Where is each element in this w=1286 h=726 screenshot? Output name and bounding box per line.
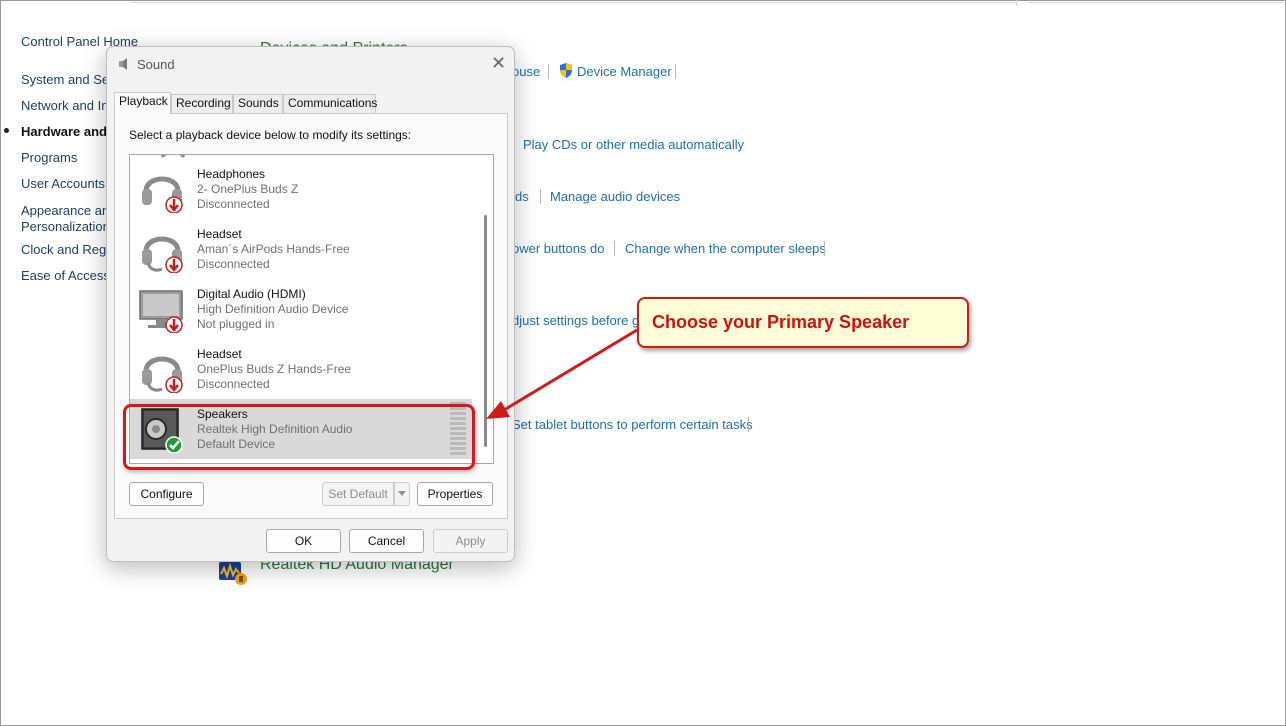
chevron-down-icon — [398, 491, 406, 496]
annotation-callout: Choose your Primary Speaker — [637, 297, 969, 348]
link-separator — [824, 241, 825, 256]
device-item-headphones[interactable]: Headphones 2- OnePlus Buds Z Disconnecte… — [130, 159, 472, 219]
device-manager-link[interactable]: Device Manager — [577, 64, 672, 80]
device-name: Headset — [197, 347, 242, 361]
link-separator — [548, 64, 549, 79]
device-description: Aman´s AirPods Hands-Free — [197, 242, 350, 256]
device-description: High Definition Audio Device — [197, 302, 349, 316]
sound-dialog: Sound ✕ Playback Recording Sounds Commun… — [106, 46, 515, 562]
tab-sounds[interactable]: Sounds — [233, 94, 283, 113]
device-description: OnePlus Buds Z Hands-Free — [197, 362, 352, 376]
nav-hardware-sound[interactable]: Hardware and S — [21, 124, 119, 140]
headset-icon — [142, 356, 183, 393]
nav-personalization[interactable]: Personalization — [21, 219, 110, 235]
active-nav-bullet — [4, 128, 9, 133]
speakers-highlight-box — [123, 404, 475, 470]
mouse-link[interactable]: ouse — [512, 64, 540, 80]
autoplay-link[interactable]: Play CDs or other media automatically — [523, 137, 744, 153]
device-item-headset-airpods[interactable]: Headset Aman´s AirPods Hands-Free Discon… — [130, 219, 472, 279]
headphones-icon — [142, 176, 183, 213]
configure-button[interactable]: Configure — [129, 482, 204, 506]
nav-system-security[interactable]: System and Sec — [21, 72, 116, 88]
headset-icon — [142, 236, 183, 273]
device-status: Disconnected — [197, 377, 270, 391]
nav-appearance[interactable]: Appearance and — [21, 203, 116, 219]
link-separator — [675, 64, 676, 79]
ok-button[interactable]: OK — [266, 529, 341, 553]
sound-app-icon — [119, 58, 127, 70]
set-default-button[interactable]: Set Default — [322, 482, 394, 506]
apply-button[interactable]: Apply — [433, 529, 508, 553]
device-item-headset-oneplus[interactable]: Headset OnePlus Buds Z Hands-Free Discon… — [130, 339, 472, 399]
tab-recording[interactable]: Recording — [171, 94, 233, 113]
properties-button[interactable]: Properties — [417, 482, 493, 506]
set-default-dropdown[interactable] — [394, 482, 410, 506]
device-status: Disconnected — [197, 197, 270, 211]
close-icon[interactable]: ✕ — [491, 54, 506, 72]
device-status: Not plugged in — [197, 317, 275, 331]
adjust-settings-link[interactable]: djust settings before giv — [512, 313, 649, 329]
device-status: Disconnected — [197, 257, 270, 271]
tab-communications[interactable]: Communications — [283, 94, 377, 113]
instruction-text: Select a playback device below to modify… — [129, 128, 412, 142]
nav-clock-region[interactable]: Clock and Regio — [21, 242, 116, 258]
tablet-buttons-link[interactable]: Set tablet buttons to perform certain ta… — [512, 417, 753, 433]
device-name: Digital Audio (HDMI) — [197, 287, 306, 301]
list-scrollbar[interactable] — [484, 215, 487, 447]
realtek-audio-icon — [219, 562, 247, 585]
callout-text: Choose your Primary Speaker — [652, 312, 910, 332]
monitor-icon — [139, 290, 183, 333]
nav-ease-of-access[interactable]: Ease of Access — [21, 268, 110, 284]
dialog-title: Sound — [137, 57, 175, 72]
sleep-settings-link[interactable]: Change when the computer sleeps — [625, 241, 826, 257]
nav-programs[interactable]: Programs — [21, 150, 77, 166]
device-description: 2- OnePlus Buds Z — [197, 182, 299, 196]
sounds-link[interactable]: ds — [515, 189, 529, 205]
device-item-hdmi[interactable]: Digital Audio (HDMI) High Definition Aud… — [130, 279, 472, 339]
nav-network-internet[interactable]: Network and Int — [21, 98, 112, 114]
shield-icon — [560, 63, 572, 78]
top-separator — [1016, 0, 1017, 6]
link-separator — [614, 241, 615, 256]
nav-user-accounts[interactable]: User Accounts — [21, 176, 105, 192]
device-name: Headset — [197, 227, 242, 241]
top-divider-right — [1028, 2, 1284, 3]
cancel-button[interactable]: Cancel — [349, 529, 424, 553]
link-separator — [540, 189, 541, 204]
power-buttons-link[interactable]: ower buttons do — [512, 241, 605, 257]
device-name: Headphones — [197, 167, 266, 181]
link-separator — [748, 417, 749, 432]
tab-playback[interactable]: Playback — [114, 92, 171, 114]
top-divider — [130, 2, 1016, 3]
manage-audio-devices-link[interactable]: Manage audio devices — [550, 189, 680, 205]
